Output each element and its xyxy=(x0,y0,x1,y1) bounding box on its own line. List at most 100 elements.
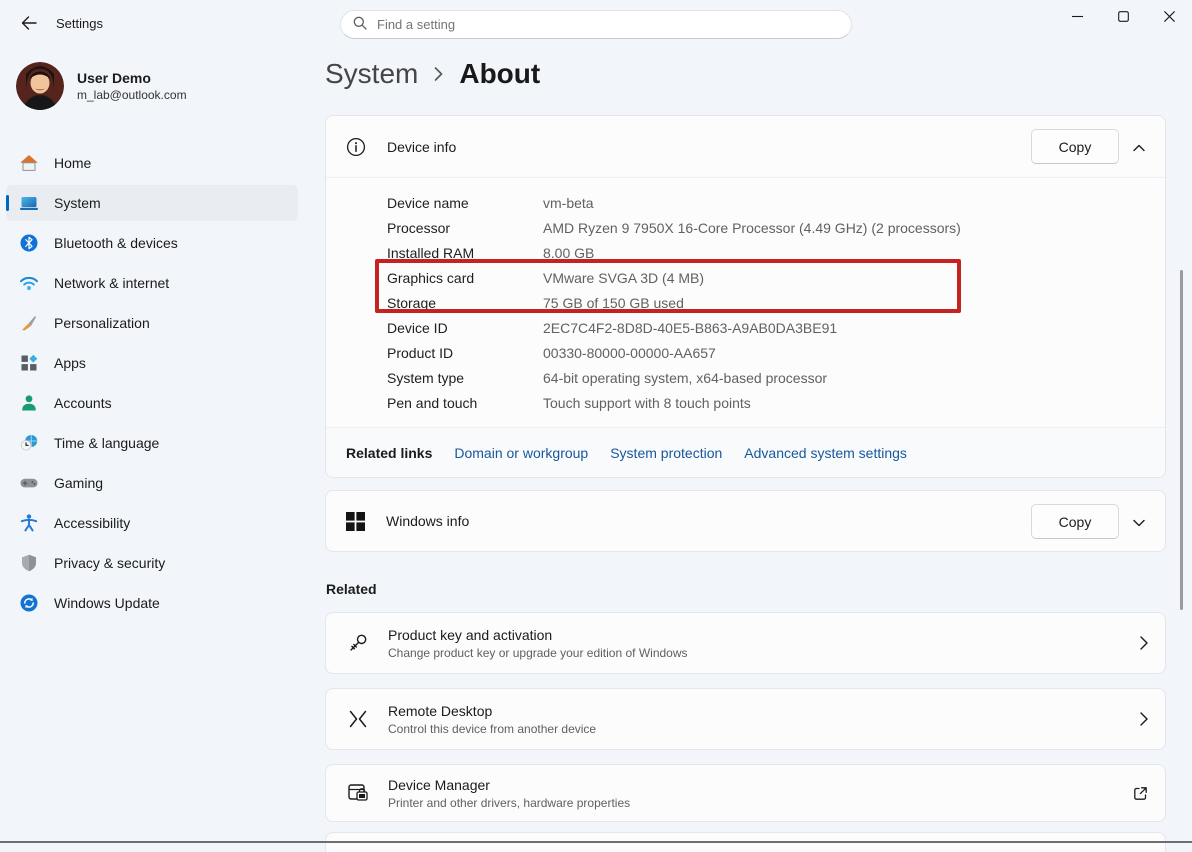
row-value: vm-beta xyxy=(543,195,594,211)
device-info-collapse-button[interactable] xyxy=(1123,131,1155,163)
sidebar-item-accounts[interactable]: Accounts xyxy=(6,385,298,421)
chevron-right-icon xyxy=(1140,712,1148,726)
remote-desktop-card[interactable]: Remote Desktop Control this device from … xyxy=(325,688,1166,750)
device-manager-title: Device Manager xyxy=(388,777,630,793)
scrollbar[interactable] xyxy=(1180,270,1183,610)
device-row-system-type: System type 64-bit operating system, x64… xyxy=(326,365,1165,390)
link-domain-or-workgroup[interactable]: Domain or workgroup xyxy=(454,445,588,461)
accessibility-icon xyxy=(19,513,39,533)
row-label: Device ID xyxy=(387,320,543,336)
device-info-copy-button[interactable]: Copy xyxy=(1031,129,1119,164)
sidebar-item-label: Personalization xyxy=(54,315,150,331)
row-label: System type xyxy=(387,370,543,386)
time-language-icon xyxy=(19,433,39,453)
sidebar-item-system[interactable]: System xyxy=(6,185,298,221)
sidebar-item-apps[interactable]: Apps xyxy=(6,345,298,381)
main-content: System About Device info Copy Device nam… xyxy=(325,48,1166,843)
external-link-icon xyxy=(1133,786,1148,801)
privacy-shield-icon xyxy=(19,553,39,573)
close-icon xyxy=(1164,9,1175,25)
bluetooth-icon xyxy=(19,233,39,253)
sidebar-item-label: Network & internet xyxy=(54,275,169,291)
page-title: About xyxy=(459,58,540,90)
row-label: Pen and touch xyxy=(387,395,543,411)
row-value: 75 GB of 150 GB used xyxy=(543,295,684,311)
chevron-right-icon xyxy=(1140,636,1148,650)
sidebar-item-label: Accounts xyxy=(54,395,112,411)
row-label: Graphics card xyxy=(387,270,543,286)
row-value: Touch support with 8 touch points xyxy=(543,395,751,411)
sidebar-item-bluetooth-devices[interactable]: Bluetooth & devices xyxy=(6,225,298,261)
minimize-button[interactable] xyxy=(1054,0,1100,34)
user-profile[interactable]: User Demo m_lab@outlook.com xyxy=(16,62,187,110)
device-info-card: Device info Copy Device name vm-beta Pro… xyxy=(325,115,1166,478)
sidebar-nav: Home System Bluetooth & devices Network … xyxy=(6,145,298,621)
product-key-card[interactable]: Product key and activation Change produc… xyxy=(325,612,1166,674)
row-label: Processor xyxy=(387,220,543,236)
row-label: Product ID xyxy=(387,345,543,361)
titlebar: Settings Find a setting xyxy=(0,0,1192,48)
windows-info-card[interactable]: Windows info Copy xyxy=(325,490,1166,552)
breadcrumb-system[interactable]: System xyxy=(325,58,418,90)
breadcrumb: System About xyxy=(325,58,540,90)
breadcrumb-chevron-icon xyxy=(433,58,444,90)
chevron-up-icon xyxy=(1133,139,1145,155)
search-icon xyxy=(353,16,367,33)
windows-logo-icon xyxy=(346,512,365,531)
device-row-pen-touch: Pen and touch Touch support with 8 touch… xyxy=(326,390,1165,415)
sidebar-item-accessibility[interactable]: Accessibility xyxy=(6,505,298,541)
row-value: 00330-80000-00000-AA657 xyxy=(543,345,716,361)
sidebar-item-network-internet[interactable]: Network & internet xyxy=(6,265,298,301)
window-controls xyxy=(1054,0,1192,34)
sidebar-item-privacy-security[interactable]: Privacy & security xyxy=(6,545,298,581)
device-info-header[interactable]: Device info Copy xyxy=(326,116,1165,178)
row-value: VMware SVGA 3D (4 MB) xyxy=(543,270,704,286)
remote-desktop-title: Remote Desktop xyxy=(388,703,596,719)
home-icon xyxy=(19,153,39,173)
sidebar-item-label: System xyxy=(54,195,101,211)
sidebar-item-personalization[interactable]: Personalization xyxy=(6,305,298,341)
accounts-icon xyxy=(19,393,39,413)
related-links-label: Related links xyxy=(346,445,432,461)
sidebar-item-windows-update[interactable]: Windows Update xyxy=(6,585,298,621)
device-info-details: Device name vm-beta Processor AMD Ryzen … xyxy=(326,178,1165,415)
windows-info-title: Windows info xyxy=(386,513,469,529)
related-links-row: Related links Domain or workgroup System… xyxy=(326,427,1165,477)
row-value: 2EC7C4F2-8D8D-40E5-B863-A9AB0DA3BE91 xyxy=(543,320,837,336)
related-heading: Related xyxy=(326,581,377,597)
device-manager-icon xyxy=(345,781,371,805)
minimize-icon xyxy=(1072,9,1083,25)
sidebar-item-time-language[interactable]: Time & language xyxy=(6,425,298,461)
sidebar: User Demo m_lab@outlook.com Home System … xyxy=(0,48,310,843)
device-row-device-name: Device name vm-beta xyxy=(326,190,1165,215)
sidebar-item-label: Time & language xyxy=(54,435,159,451)
device-row-processor: Processor AMD Ryzen 9 7950X 16-Core Proc… xyxy=(326,215,1165,240)
link-system-protection[interactable]: System protection xyxy=(610,445,722,461)
search-input[interactable]: Find a setting xyxy=(340,10,852,39)
back-arrow-icon xyxy=(21,16,37,33)
link-advanced-system-settings[interactable]: Advanced system settings xyxy=(744,445,907,461)
row-label: Installed RAM xyxy=(387,245,543,261)
maximize-button[interactable] xyxy=(1100,0,1146,34)
remote-desktop-icon xyxy=(345,708,371,730)
device-manager-card[interactable]: Device Manager Printer and other drivers… xyxy=(325,764,1166,822)
avatar xyxy=(16,62,64,110)
sidebar-item-home[interactable]: Home xyxy=(6,145,298,181)
back-button[interactable] xyxy=(12,8,46,40)
row-value: AMD Ryzen 9 7950X 16-Core Processor (4.4… xyxy=(543,220,961,236)
user-email: m_lab@outlook.com xyxy=(77,87,187,103)
sidebar-item-gaming[interactable]: Gaming xyxy=(6,465,298,501)
windows-update-icon xyxy=(19,593,39,613)
chevron-down-icon xyxy=(1133,514,1145,530)
remote-desktop-subtitle: Control this device from another device xyxy=(388,722,596,736)
row-value: 8.00 GB xyxy=(543,245,594,261)
close-button[interactable] xyxy=(1146,0,1192,34)
row-label: Device name xyxy=(387,195,543,211)
info-icon xyxy=(346,137,366,157)
windows-info-expand-button[interactable] xyxy=(1123,506,1155,538)
app-title: Settings xyxy=(56,0,103,48)
sidebar-item-label: Gaming xyxy=(54,475,103,491)
windows-info-copy-button[interactable]: Copy xyxy=(1031,504,1119,539)
system-icon xyxy=(19,193,39,213)
device-manager-subtitle: Printer and other drivers, hardware prop… xyxy=(388,796,630,810)
